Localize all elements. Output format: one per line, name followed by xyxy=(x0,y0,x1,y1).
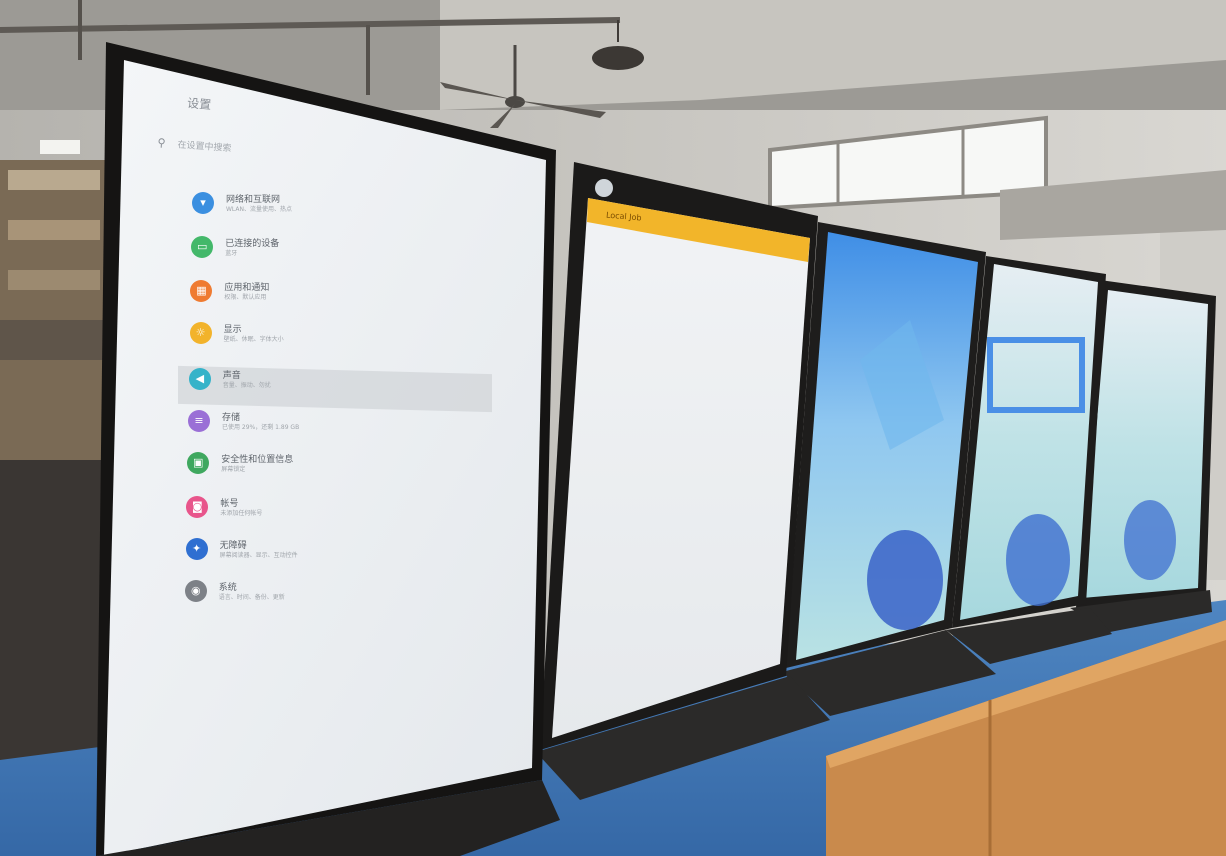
kiosk-2 xyxy=(536,162,830,800)
kiosk-1 xyxy=(96,42,560,856)
showroom-photo xyxy=(0,0,1226,856)
photo-scene: 设置 ⚲ 在设置中搜索 ▾ 网络和互联网 WLAN、流量使用、热点 ▭ 已连接的设备 蓝牙 ▦… xyxy=(0,0,1226,856)
ceiling-light xyxy=(40,140,80,154)
